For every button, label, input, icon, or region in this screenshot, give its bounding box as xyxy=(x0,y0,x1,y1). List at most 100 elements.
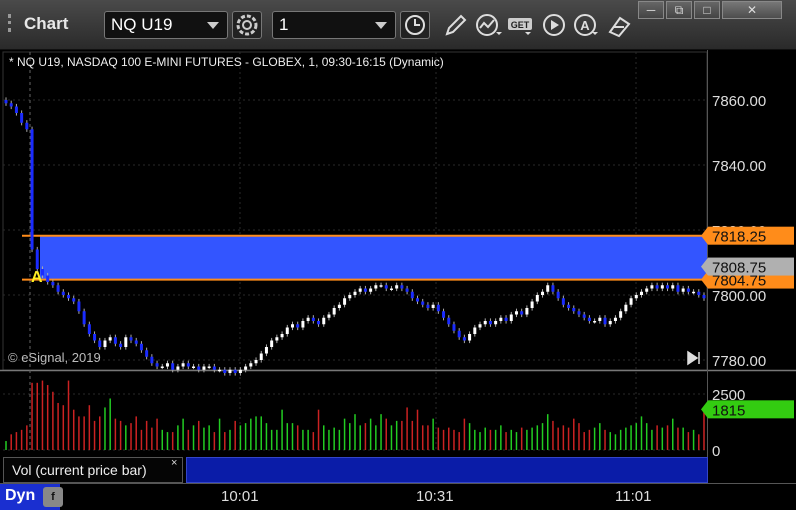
symbol-dropdown[interactable]: NQ U19 xyxy=(104,11,228,39)
candle-body xyxy=(337,304,341,308)
candle-body xyxy=(608,321,612,325)
play-icon[interactable] xyxy=(541,12,569,38)
candle-body xyxy=(56,285,60,292)
close-study-icon[interactable]: × xyxy=(171,457,177,469)
candle-body xyxy=(587,317,591,321)
pencil-draw-icon[interactable] xyxy=(441,12,469,38)
candle-body xyxy=(452,324,456,331)
candle-body xyxy=(551,285,555,292)
price-tick-label: 7840.00 xyxy=(712,158,766,175)
candle-body xyxy=(98,340,102,347)
candle-body xyxy=(186,363,190,367)
minimize-button[interactable]: ─ xyxy=(638,1,664,19)
maximize-button[interactable]: □ xyxy=(694,1,720,19)
candle-body xyxy=(264,347,268,354)
studies-icon[interactable] xyxy=(474,12,502,38)
price-chart[interactable]: 7860.007840.007820.007800.007780.0025000… xyxy=(0,50,796,510)
candle-body xyxy=(103,340,107,347)
candle-body xyxy=(692,291,696,294)
candle-body xyxy=(223,369,227,373)
candle-body xyxy=(212,366,216,370)
candle-body xyxy=(572,308,576,312)
candle-body xyxy=(447,317,451,325)
candle-body xyxy=(244,366,248,370)
candle-body xyxy=(488,321,492,325)
candle-body xyxy=(431,304,435,308)
candle-body xyxy=(473,327,477,334)
candle-body xyxy=(322,317,326,325)
candle-body xyxy=(9,103,13,107)
candle-body xyxy=(145,350,149,357)
chevron-down-icon xyxy=(375,22,387,29)
candle-body xyxy=(124,337,128,347)
restore-button[interactable]: ⧉ xyxy=(666,1,692,19)
candle-body xyxy=(30,129,34,250)
settings-button[interactable] xyxy=(232,11,262,39)
close-button[interactable]: ✕ xyxy=(722,1,782,19)
candle-body xyxy=(301,321,305,328)
formula-icon[interactable]: f xyxy=(43,487,63,507)
candle-body xyxy=(77,301,81,312)
candle-body xyxy=(400,285,404,289)
candle-body xyxy=(160,366,164,368)
copyright-text: © eSignal, 2019 xyxy=(8,350,101,365)
link-icon[interactable] xyxy=(605,12,633,38)
time-tick-label: 10:01 xyxy=(221,488,259,505)
candle-body xyxy=(416,298,420,302)
candle-body xyxy=(666,285,670,289)
chart-info-line: * NQ U19, NASDAQ 100 E-MINI FUTURES - GL… xyxy=(9,55,444,69)
time-button[interactable] xyxy=(400,11,430,39)
candle-body xyxy=(197,366,201,370)
candle-body xyxy=(593,321,597,323)
candle-body xyxy=(181,363,185,367)
candle-body xyxy=(72,298,76,302)
candle-body xyxy=(139,343,143,351)
candle-body xyxy=(478,324,482,328)
candle-body xyxy=(535,295,539,302)
candle-body xyxy=(87,324,91,334)
candle-body xyxy=(369,288,373,292)
candle-body xyxy=(270,340,274,347)
drag-grip-icon[interactable] xyxy=(8,14,18,32)
candle-body xyxy=(520,311,524,315)
candle-body xyxy=(462,337,466,341)
candle-body xyxy=(395,285,399,289)
candle-body xyxy=(530,301,534,308)
candle-body xyxy=(514,311,518,315)
candle-body xyxy=(702,295,706,299)
last-volume-badge: 1815 xyxy=(712,402,745,419)
candle-body xyxy=(108,337,112,341)
candle-body xyxy=(306,317,310,321)
candle-body xyxy=(613,317,617,321)
symbol-value: NQ U19 xyxy=(111,15,173,34)
volume-study-label[interactable]: Vol (current price bar) xyxy=(3,457,183,483)
candle-body xyxy=(134,340,138,344)
chevron-down-icon xyxy=(207,22,219,29)
candle-body xyxy=(296,324,300,328)
candle-body xyxy=(634,295,638,299)
candle-body xyxy=(686,288,690,292)
candle-body xyxy=(546,285,550,292)
scroll-to-end-icon xyxy=(687,350,700,366)
get-data-icon[interactable]: GET xyxy=(507,12,535,38)
candle-body xyxy=(457,330,461,338)
candle-body xyxy=(509,314,513,321)
candle-body xyxy=(655,285,659,289)
candle-body xyxy=(384,285,388,289)
candle-body xyxy=(228,369,232,373)
interval-value: 1 xyxy=(279,15,289,34)
candle-body xyxy=(598,317,602,321)
alert-icon[interactable]: A xyxy=(572,12,600,38)
candle-body xyxy=(165,363,169,367)
candle-body xyxy=(681,288,685,292)
candle-body xyxy=(40,269,44,276)
candle-body xyxy=(676,285,680,292)
interval-dropdown[interactable]: 1 xyxy=(272,11,396,39)
candle-body xyxy=(67,295,71,299)
candle-body xyxy=(35,249,39,269)
candle-body xyxy=(93,334,97,341)
candle-body xyxy=(541,291,545,295)
app-title-text: Chart xyxy=(24,14,69,33)
clock-icon xyxy=(405,15,425,35)
candle-body xyxy=(363,288,367,292)
